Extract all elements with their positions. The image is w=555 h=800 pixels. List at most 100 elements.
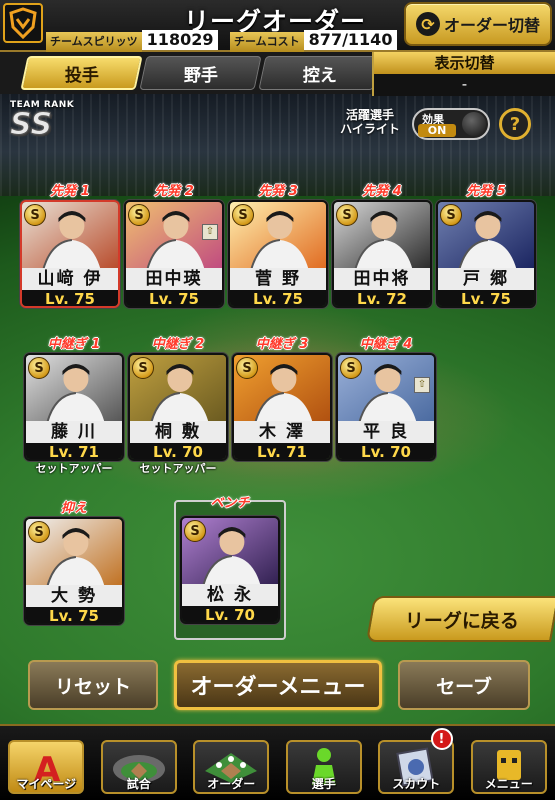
nav-label: スカウト xyxy=(392,777,441,791)
display-toggle-button[interactable]: 表示切替 - xyxy=(372,52,555,96)
player-level: Lv. 75 xyxy=(230,290,326,306)
starter-slot-5[interactable]: 先発 5 S 戸 郷 Lv. 75 xyxy=(436,180,536,308)
player-card[interactable]: S 山﨑 伊 Lv. 75 xyxy=(20,200,120,308)
tab-reserve[interactable]: 控え xyxy=(258,56,381,90)
nav-item-player[interactable]: 選手 xyxy=(278,726,371,800)
player-name: 松 永 xyxy=(182,584,278,606)
reliever-slot-2[interactable]: 中継ぎ 2 S 桐 敷 Lv. 70 セットアッパー xyxy=(128,333,228,477)
team-cost-label: チームコスト xyxy=(230,32,304,52)
slot-label: 中継ぎ 3 xyxy=(255,337,309,352)
player-card[interactable]: S 菅 野 Lv. 75 xyxy=(228,200,328,308)
nav-item-scout[interactable]: ! スカウト xyxy=(370,726,463,800)
player-name: 菅 野 xyxy=(230,268,326,290)
slot-label: 中継ぎ 1 xyxy=(47,337,101,352)
toggle-knob-icon xyxy=(462,112,486,136)
back-to-league-button[interactable]: リーグに戻る xyxy=(365,596,555,642)
display-toggle-title: 表示切替 xyxy=(374,52,555,74)
player-level: Lv. 71 xyxy=(26,443,122,459)
slot-label: 先発 2 xyxy=(154,184,194,199)
nav-item-mypage[interactable]: A マイページ xyxy=(0,726,93,800)
player-level: Lv. 75 xyxy=(26,607,122,623)
highlight-label-line1: 活躍選手 xyxy=(345,108,394,122)
slot-label: 抑え xyxy=(60,501,87,516)
nav-label: 選手 xyxy=(311,777,336,791)
rarity-badge-icon: S xyxy=(232,204,254,226)
help-button[interactable]: ? xyxy=(499,108,531,140)
rarity-badge-icon: S xyxy=(184,520,206,542)
rarity-badge-icon: S xyxy=(336,204,358,226)
header-bar: リーグオーダー チームスピリッツ 118029 チームコスト 877/1140 ⟳ … xyxy=(0,0,555,52)
bench-slot[interactable]: ベンチ S 松 永 Lv. 70 xyxy=(174,496,286,640)
reliever-slot-4[interactable]: 中継ぎ 4 S ⇧ 平 良 Lv. 70 xyxy=(336,333,436,461)
team-spirit-label: チームスピリッツ xyxy=(46,32,142,52)
level-up-icon: ⇧ xyxy=(414,377,430,393)
team-cost-stat: チームコスト 877/1140 xyxy=(230,30,398,52)
starter-slot-2[interactable]: 先発 2 S ⇧ 田中瑛 Lv. 75 xyxy=(124,180,224,308)
tab-reserve-label: 控え xyxy=(302,65,337,86)
player-card[interactable]: S ⇧ 平 良 Lv. 70 xyxy=(336,353,436,461)
team-logo-icon xyxy=(3,3,43,43)
save-button[interactable]: セーブ xyxy=(398,660,530,710)
slot-label: 先発 5 xyxy=(466,184,506,199)
player-card[interactable]: S 木 澤 Lv. 71 xyxy=(232,353,332,461)
player-level: Lv. 70 xyxy=(338,443,434,459)
player-card[interactable]: S 大 勢 Lv. 75 xyxy=(24,517,124,625)
player-name: 田中瑛 xyxy=(126,268,222,290)
notification-badge: ! xyxy=(430,728,453,750)
rarity-badge-icon: S xyxy=(132,357,154,379)
swap-icon: ⟳ xyxy=(415,12,440,36)
player-card[interactable]: S 桐 敷 Lv. 70 xyxy=(128,353,228,461)
highlight-label: 活躍選手 ハイライト xyxy=(328,108,412,136)
nav-label: 試合 xyxy=(126,777,151,791)
player-name: 桐 敷 xyxy=(130,421,226,443)
player-card[interactable]: S 松 永 Lv. 70 xyxy=(180,516,280,624)
slot-label: 中継ぎ 4 xyxy=(359,337,413,352)
team-rank: TEAM RANK SS xyxy=(10,100,90,146)
closer-slot[interactable]: 抑え S 大 勢 Lv. 75 xyxy=(24,497,124,625)
level-up-icon: ⇧ xyxy=(202,224,218,240)
nav-item-menu[interactable]: メニュー xyxy=(463,726,555,800)
team-spirit-value: 118029 xyxy=(141,30,219,50)
reset-button[interactable]: リセット xyxy=(28,660,158,710)
player-name: 山﨑 伊 xyxy=(22,268,118,290)
tab-pitcher[interactable]: 投手 xyxy=(20,56,143,90)
player-card[interactable]: S 戸 郷 Lv. 75 xyxy=(436,200,536,308)
slot-label: 先発 1 xyxy=(50,184,90,199)
rarity-badge-icon: S xyxy=(24,204,46,226)
team-rank-value: SS xyxy=(10,107,53,142)
slot-label: ベンチ xyxy=(210,496,250,511)
tab-fielder[interactable]: 野手 xyxy=(139,56,262,90)
effect-toggle[interactable]: 効果 ON xyxy=(412,108,490,140)
rarity-badge-icon: S xyxy=(340,357,362,379)
player-level: Lv. 75 xyxy=(22,290,118,306)
role-label: セットアッパー xyxy=(35,462,113,475)
nav-item-game[interactable]: 試合 xyxy=(93,726,186,800)
player-level: Lv. 70 xyxy=(182,606,278,622)
highlight-label-line2: ハイライト xyxy=(340,122,400,136)
player-name: 戸 郷 xyxy=(438,268,534,290)
starter-slot-3[interactable]: 先発 3 S 菅 野 Lv. 75 xyxy=(228,180,328,308)
nav-label: オーダー xyxy=(207,777,256,791)
order-switch-button[interactable]: ⟳ オーダー切替 xyxy=(404,2,552,46)
order-menu-button[interactable]: オーダーメニュー xyxy=(174,660,382,710)
player-name: 平 良 xyxy=(338,421,434,443)
reliever-slot-1[interactable]: 中継ぎ 1 S 藤 川 Lv. 71 セットアッパー xyxy=(24,333,124,477)
player-name: 木 澤 xyxy=(234,421,330,443)
player-level: Lv. 75 xyxy=(126,290,222,306)
slot-label: 先発 3 xyxy=(258,184,298,199)
player-card[interactable]: S 田中将 Lv. 72 xyxy=(332,200,432,308)
footer-nav: A マイページ 試合 オーダー 選手 ! スカウト メニュー xyxy=(0,724,555,800)
player-card[interactable]: S 藤 川 Lv. 71 xyxy=(24,353,124,461)
player-card[interactable]: S ⇧ 田中瑛 Lv. 75 xyxy=(124,200,224,308)
nav-label: マイページ xyxy=(16,777,77,791)
starter-slot-1[interactable]: 先発 1 S 山﨑 伊 Lv. 75 xyxy=(20,180,120,308)
nav-item-order[interactable]: オーダー xyxy=(185,726,278,800)
starter-slot-4[interactable]: 先発 4 S 田中将 Lv. 72 xyxy=(332,180,432,308)
reliever-slot-3[interactable]: 中継ぎ 3 S 木 澤 Lv. 71 xyxy=(232,333,332,461)
player-level: Lv. 72 xyxy=(334,290,430,306)
nav-label: メニュー xyxy=(484,777,533,791)
rarity-badge-icon: S xyxy=(28,357,50,379)
player-level: Lv. 71 xyxy=(234,443,330,459)
player-name: 藤 川 xyxy=(26,421,122,443)
rarity-badge-icon: S xyxy=(440,204,462,226)
